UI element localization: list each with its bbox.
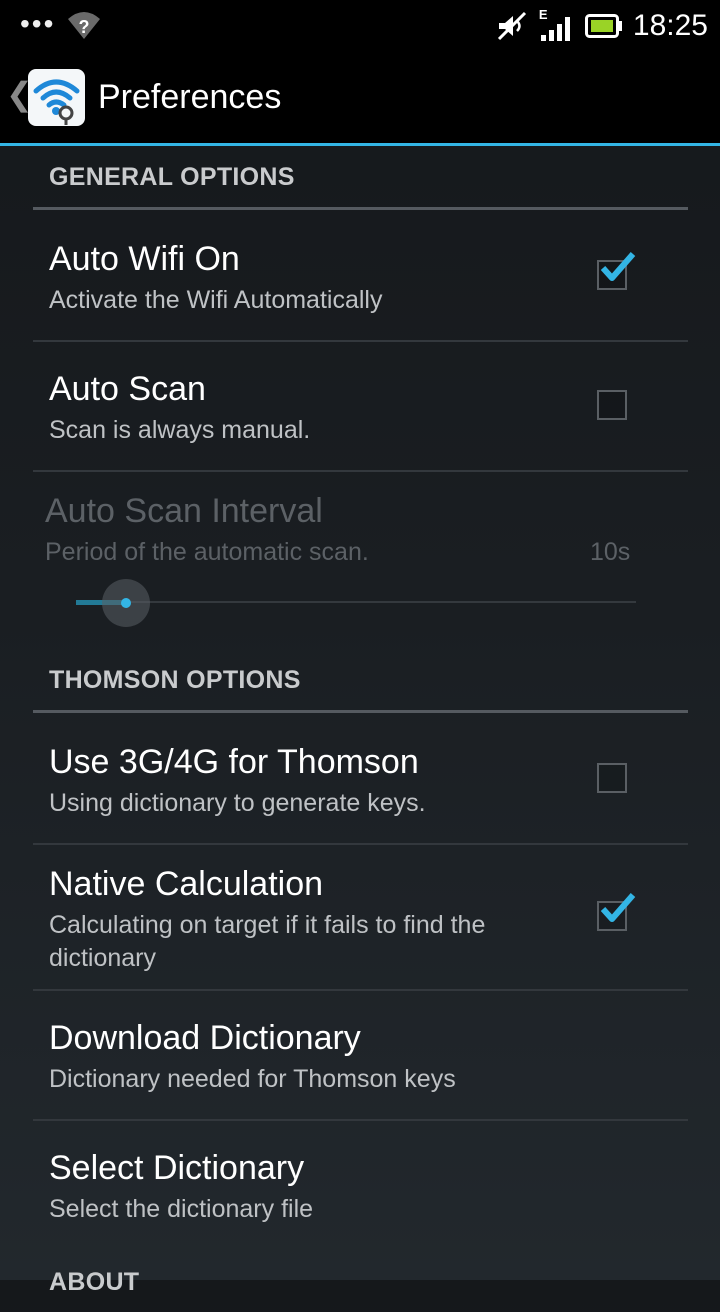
section-header-about: ABOUT xyxy=(33,1268,688,1312)
svg-text:?: ? xyxy=(79,17,90,37)
pref-title: Use 3G/4G for Thomson xyxy=(49,743,419,781)
status-bar: ••• ? E 18:25 xyxy=(0,0,720,50)
section-title: THOMSON OPTIONS xyxy=(49,666,301,694)
pref-summary: Select the dictionary file xyxy=(49,1195,314,1223)
pref-summary: Dictionary needed for Thomson keys xyxy=(49,1065,456,1093)
pref-download-dictionary[interactable]: Download Dictionary Dictionary needed fo… xyxy=(33,991,688,1119)
section-title: ABOUT xyxy=(49,1268,140,1296)
section-header-general: GENERAL OPTIONS xyxy=(33,163,688,210)
pref-title: Select Dictionary xyxy=(49,1149,305,1187)
battery-icon xyxy=(584,14,622,38)
scan-interval-slider-track xyxy=(76,601,636,603)
pref-native-calc[interactable]: Native Calculation Calculating on target… xyxy=(33,845,688,989)
pref-auto-scan[interactable]: Auto Scan Scan is always manual. xyxy=(33,342,688,470)
signal-icon: E xyxy=(539,7,575,43)
native-calc-checkbox[interactable] xyxy=(597,893,636,931)
clock: 18:25 xyxy=(632,9,708,42)
pref-summary: Scan is always manual. xyxy=(49,416,311,444)
use-3g-checkbox[interactable] xyxy=(597,763,627,793)
pref-title: Download Dictionary xyxy=(49,1019,361,1057)
slider-value: 10s xyxy=(590,538,631,566)
pref-summary: Period of the automatic scan. xyxy=(45,538,369,566)
pref-select-dictionary[interactable]: Select Dictionary Select the dictionary … xyxy=(33,1121,688,1249)
auto-wifi-checkbox[interactable] xyxy=(597,252,636,290)
pref-auto-wifi[interactable]: Auto Wifi On Activate the Wifi Automatic… xyxy=(33,210,688,340)
section-title: GENERAL OPTIONS xyxy=(49,163,295,191)
mute-icon xyxy=(497,11,526,41)
pref-use-3g[interactable]: Use 3G/4G for Thomson Using dictionary t… xyxy=(33,713,688,843)
auto-scan-checkbox[interactable] xyxy=(597,390,627,420)
pref-title: Auto Wifi On xyxy=(49,240,240,278)
pref-summary-line2: dictionary xyxy=(49,944,156,972)
wifi-key-app-icon[interactable] xyxy=(28,69,85,126)
pref-title: Native Calculation xyxy=(49,865,324,903)
page-title: Preferences xyxy=(98,78,282,116)
checkmark-icon xyxy=(600,893,636,922)
pref-summary: Activate the Wifi Automatically xyxy=(49,286,383,314)
section-header-thomson: THOMSON OPTIONS xyxy=(33,666,688,713)
pref-title: Auto Scan xyxy=(49,370,206,408)
pref-summary-line1: Calculating on target if it fails to fin… xyxy=(49,911,486,939)
pref-summary: Using dictionary to generate keys. xyxy=(49,789,426,817)
slider-thumb-dot xyxy=(121,598,131,608)
pref-title: Auto Scan Interval xyxy=(45,492,323,530)
checkmark-icon xyxy=(600,252,636,281)
action-bar: ❮ Preferences xyxy=(0,50,720,146)
wifi-unknown-icon: ? xyxy=(68,12,100,39)
overflow-dots-icon: ••• xyxy=(20,8,56,39)
